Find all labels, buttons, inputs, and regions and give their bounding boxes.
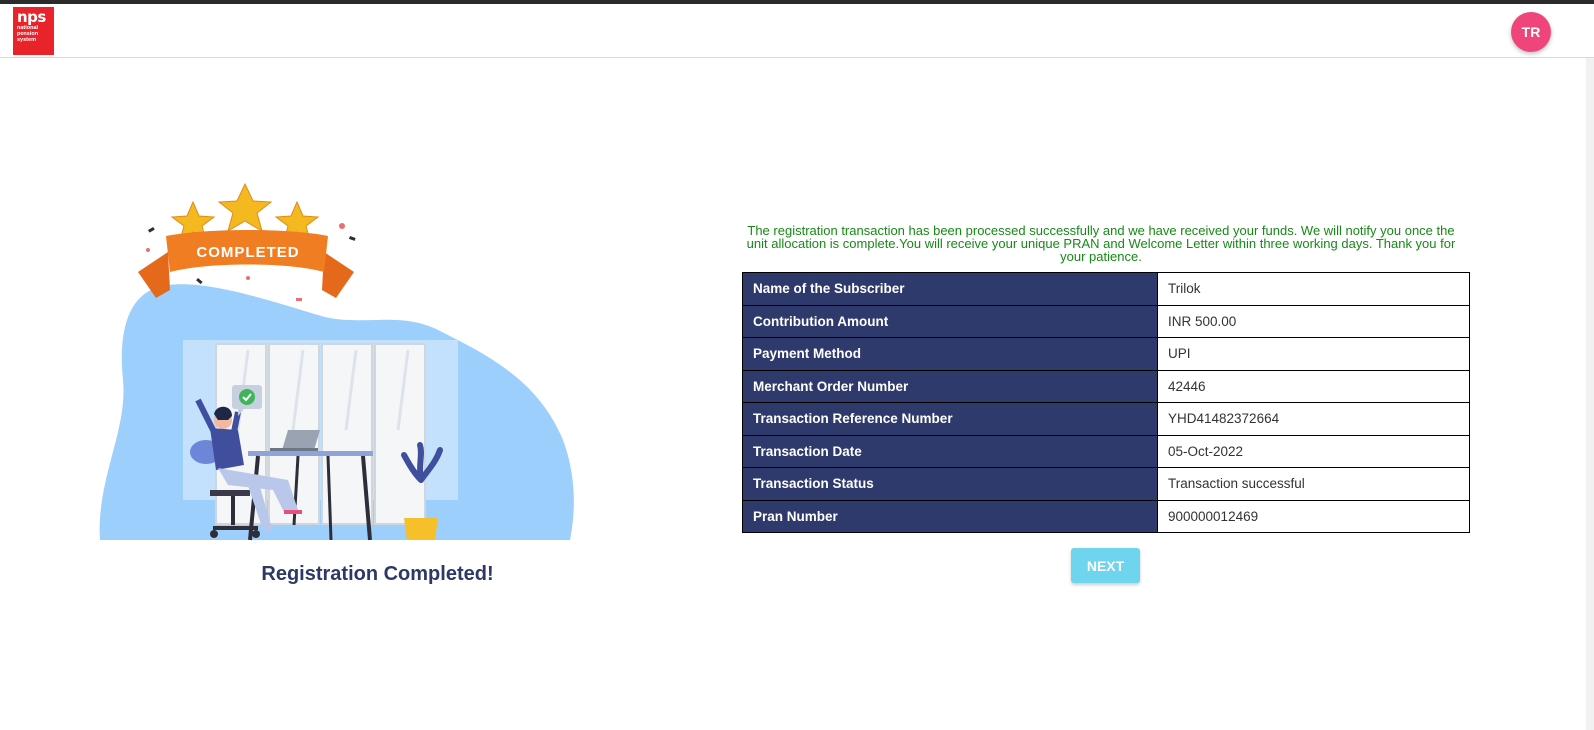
detail-label: Payment Method <box>742 337 1158 371</box>
detail-value: 05-Oct-2022 <box>1157 434 1470 468</box>
table-row: Transaction Date 05-Oct-2022 <box>742 434 1470 468</box>
detail-label: Contribution Amount <box>742 304 1158 338</box>
detail-label: Transaction Date <box>742 434 1158 468</box>
detail-label: Transaction Reference Number <box>742 402 1158 436</box>
table-row: Payment Method UPI <box>742 337 1470 371</box>
completed-illustration: COMPLETED <box>99 182 574 541</box>
detail-value: Trilok <box>1157 272 1470 306</box>
table-row: Contribution Amount INR 500.00 <box>742 304 1470 338</box>
table-row: Pran Number 900000012469 <box>742 499 1470 533</box>
registration-completed-title: Registration Completed! <box>261 563 494 585</box>
ribbon-label: COMPLETED <box>196 244 299 261</box>
transaction-details-table: Name of the Subscriber Trilok Contributi… <box>742 272 1470 533</box>
detail-value: Transaction successful <box>1157 467 1470 501</box>
detail-value: YHD41482372664 <box>1157 402 1470 436</box>
table-row: Name of the Subscriber Trilok <box>742 272 1470 306</box>
detail-value: 42446 <box>1157 369 1470 403</box>
table-row: Transaction Reference Number YHD41482372… <box>742 402 1470 436</box>
next-button[interactable]: NEXT <box>1071 548 1140 583</box>
detail-value: 900000012469 <box>1157 499 1470 533</box>
success-message: The registration transaction has been pr… <box>746 223 1456 264</box>
detail-value: INR 500.00 <box>1157 304 1470 338</box>
detail-label: Pran Number <box>742 499 1158 533</box>
table-row: Transaction Status Transaction successfu… <box>742 467 1470 501</box>
user-avatar[interactable]: TR <box>1511 12 1551 52</box>
logo-main-text: nps <box>17 8 46 26</box>
app-header: nps national pension system TR <box>0 4 1594 58</box>
detail-label: Merchant Order Number <box>742 369 1158 403</box>
table-row: Merchant Order Number 42446 <box>742 369 1470 403</box>
logo-line: system <box>17 37 36 43</box>
detail-label: Name of the Subscriber <box>742 272 1158 306</box>
nps-logo[interactable]: nps national pension system <box>13 7 54 55</box>
detail-label: Transaction Status <box>742 467 1158 501</box>
page-scrollbar[interactable] <box>1586 58 1594 730</box>
detail-value: UPI <box>1157 337 1470 371</box>
